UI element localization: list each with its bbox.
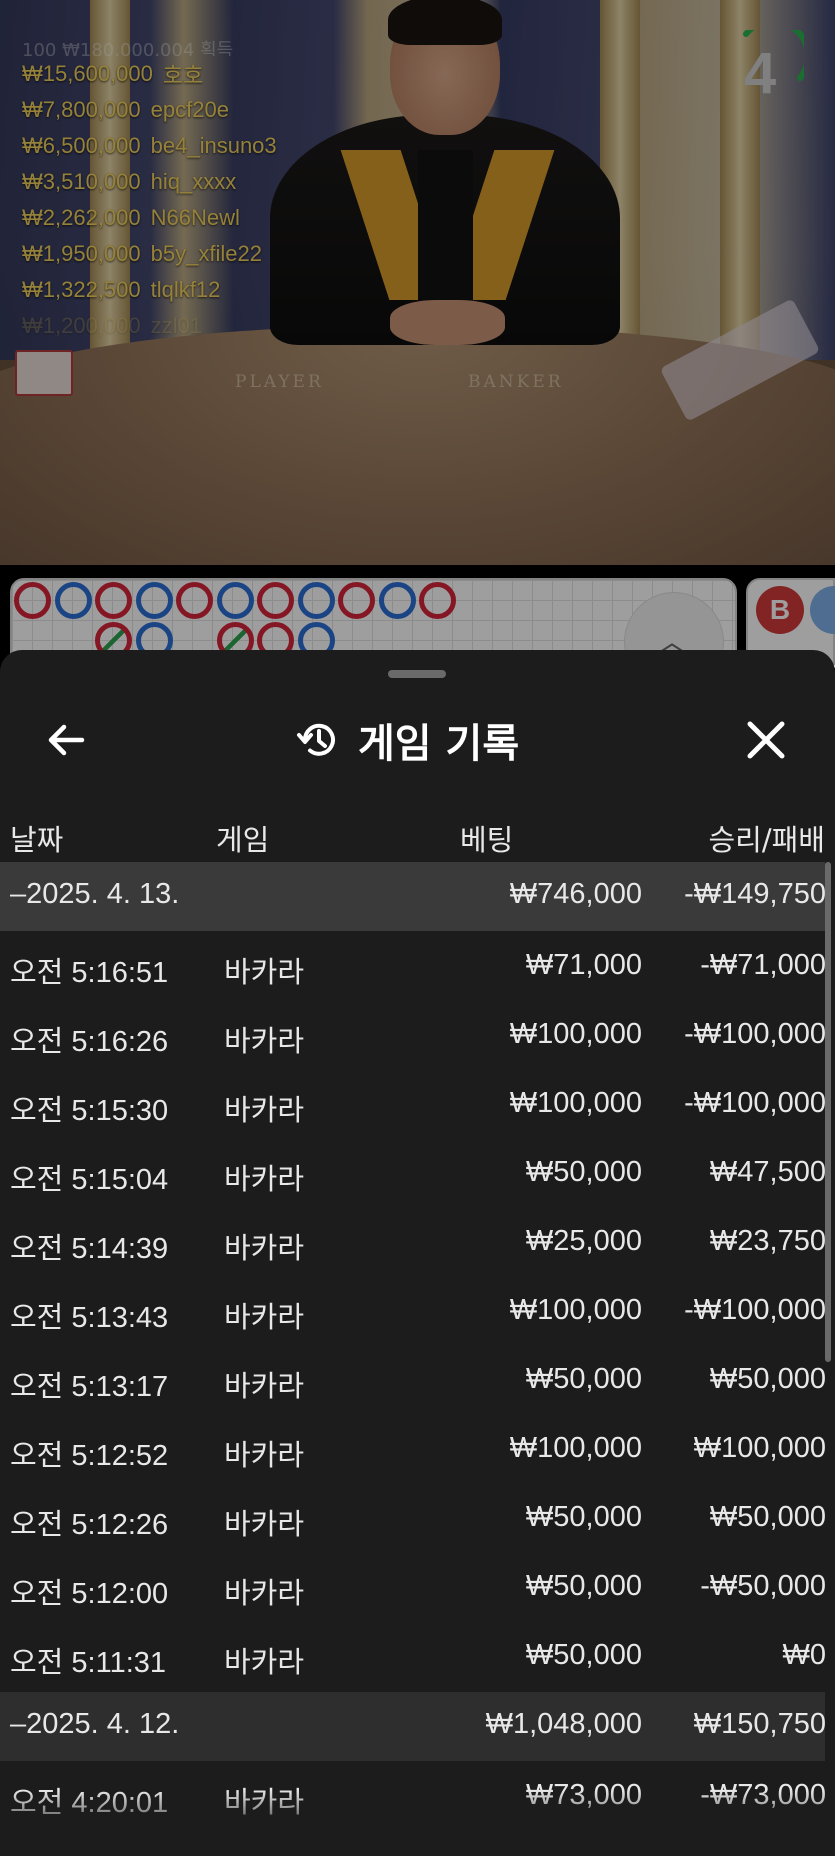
row-game: 바카라: [224, 1093, 305, 1127]
row-win-loss: ₩0: [782, 1639, 827, 1671]
row-game: 바카라: [224, 1231, 305, 1265]
arrow-left-icon: [48, 724, 85, 756]
row-win-loss: -₩100,000: [684, 1018, 826, 1050]
row-time: 오전 5:13:43: [10, 1302, 169, 1334]
history-row[interactable]: 오전 5:12:00 바카라 ₩50,000 -₩50,000: [0, 1554, 826, 1623]
history-row[interactable]: 오전 5:15:04 바카라 ₩50,000 ₩47,500: [0, 1140, 826, 1209]
row-time: 오전 5:15:04: [10, 1164, 169, 1196]
row-game: 바카라: [224, 955, 305, 989]
history-row[interactable]: 오전 5:12:26 바카라 ₩50,000 ₩50,000: [0, 1485, 826, 1554]
row-game: 바카라: [224, 1369, 305, 1403]
row-game: 바카라: [224, 1576, 305, 1610]
list-fade: [0, 1790, 835, 1856]
group-bet-total: ₩746,000: [509, 878, 642, 910]
history-row[interactable]: 오전 5:16:51 바카라 ₩71,000 -₩71,000: [0, 933, 826, 1002]
column-header-date: 날짜: [10, 823, 64, 857]
row-win-loss: ₩50,000: [709, 1501, 826, 1533]
row-game: 바카라: [224, 1024, 305, 1058]
history-table-header: 날짜 게임 베팅 승리/패배: [0, 805, 835, 865]
row-bet: ₩50,000: [525, 1570, 642, 1602]
row-game: 바카라: [224, 1438, 305, 1472]
row-bet: ₩25,000: [525, 1225, 642, 1257]
history-row[interactable]: 오전 5:11:31 바카라 ₩50,000 ₩0: [0, 1623, 827, 1692]
history-icon: [297, 723, 335, 756]
group-win-loss-total: ₩150,750: [693, 1708, 826, 1740]
row-time: 오전 5:12:26: [10, 1509, 169, 1541]
row-win-loss: ₩50,000: [709, 1363, 826, 1395]
row-bet: ₩50,000: [525, 1639, 642, 1671]
row-time: 오전 5:12:52: [10, 1440, 169, 1472]
row-win-loss: ₩23,750: [709, 1225, 826, 1257]
history-row[interactable]: 오전 5:14:39 바카라 ₩25,000 ₩23,750: [0, 1209, 826, 1278]
row-win-loss: -₩71,000: [700, 949, 826, 981]
sheet-drag-handle[interactable]: [388, 670, 446, 678]
row-win-loss: ₩100,000: [693, 1432, 826, 1464]
column-header-game: 게임: [216, 823, 270, 857]
history-row[interactable]: 오전 5:13:17 바카라 ₩50,000 ₩50,000: [0, 1347, 826, 1416]
game-history-sheet: 게임 기록 날짜 게임 베팅 승리/패배 –2025. 4. 13. ₩746,0…: [0, 650, 835, 1856]
row-bet: ₩100,000: [509, 1294, 642, 1326]
group-bet-total: ₩1,048,000: [485, 1708, 642, 1740]
row-time: 오전 5:15:30: [10, 1095, 169, 1127]
group-date: –2025. 4. 13.: [10, 878, 180, 910]
sheet-title-group: 게임 기록: [296, 712, 519, 768]
row-game: 바카라: [224, 1645, 305, 1679]
close-icon: [747, 721, 785, 759]
row-game: 바카라: [224, 1300, 305, 1334]
row-bet: ₩50,000: [525, 1501, 642, 1533]
row-bet: ₩100,000: [509, 1432, 642, 1464]
row-bet: ₩71,000: [525, 949, 642, 981]
row-time: 오전 5:12:00: [10, 1578, 169, 1610]
row-win-loss: ₩47,500: [709, 1156, 826, 1188]
date-group-row[interactable]: –2025. 4. 12. ₩1,048,000 ₩150,750: [0, 1692, 826, 1761]
scrollbar[interactable]: [825, 862, 831, 1362]
history-table-body[interactable]: –2025. 4. 13. ₩746,000 -₩149,750 오전 5:16:51…: [0, 862, 827, 1832]
column-header-win-loss: 승리/패배: [708, 823, 826, 857]
column-header-bet: 베팅: [460, 823, 514, 857]
date-group-row[interactable]: –2025. 4. 13. ₩746,000 -₩149,750: [0, 862, 826, 931]
back-button[interactable]: [38, 712, 94, 768]
row-bet: ₩100,000: [509, 1018, 642, 1050]
row-win-loss: -₩50,000: [700, 1570, 826, 1602]
group-win-loss-total: -₩149,750: [684, 878, 826, 910]
row-time: 오전 5:13:17: [10, 1371, 169, 1403]
row-bet: ₩50,000: [525, 1363, 642, 1395]
history-row[interactable]: 오전 5:15:30 바카라 ₩100,000 -₩100,000: [0, 1071, 826, 1140]
close-button[interactable]: [738, 712, 794, 768]
row-time: 오전 5:16:51: [10, 957, 169, 989]
row-game: 바카라: [224, 1507, 305, 1541]
row-bet: ₩50,000: [525, 1156, 642, 1188]
group-date: –2025. 4. 12.: [10, 1708, 180, 1740]
row-time: 오전 5:14:39: [10, 1233, 169, 1265]
row-game: 바카라: [224, 1162, 305, 1196]
row-time: 오전 5:11:31: [10, 1647, 167, 1679]
row-win-loss: -₩100,000: [684, 1294, 826, 1326]
history-row[interactable]: 오전 5:13:43 바카라 ₩100,000 -₩100,000: [0, 1278, 826, 1347]
overlay-dim[interactable]: [0, 0, 835, 665]
row-time: 오전 5:16:26: [10, 1026, 169, 1058]
history-row[interactable]: 오전 5:16:26 바카라 ₩100,000 -₩100,000: [0, 1002, 826, 1071]
history-row[interactable]: 오전 5:12:52 바카라 ₩100,000 ₩100,000: [0, 1416, 826, 1485]
sheet-title: 게임 기록: [358, 721, 520, 767]
sheet-header: 게임 기록: [0, 690, 835, 790]
row-win-loss: -₩100,000: [684, 1087, 826, 1119]
row-bet: ₩100,000: [509, 1087, 642, 1119]
